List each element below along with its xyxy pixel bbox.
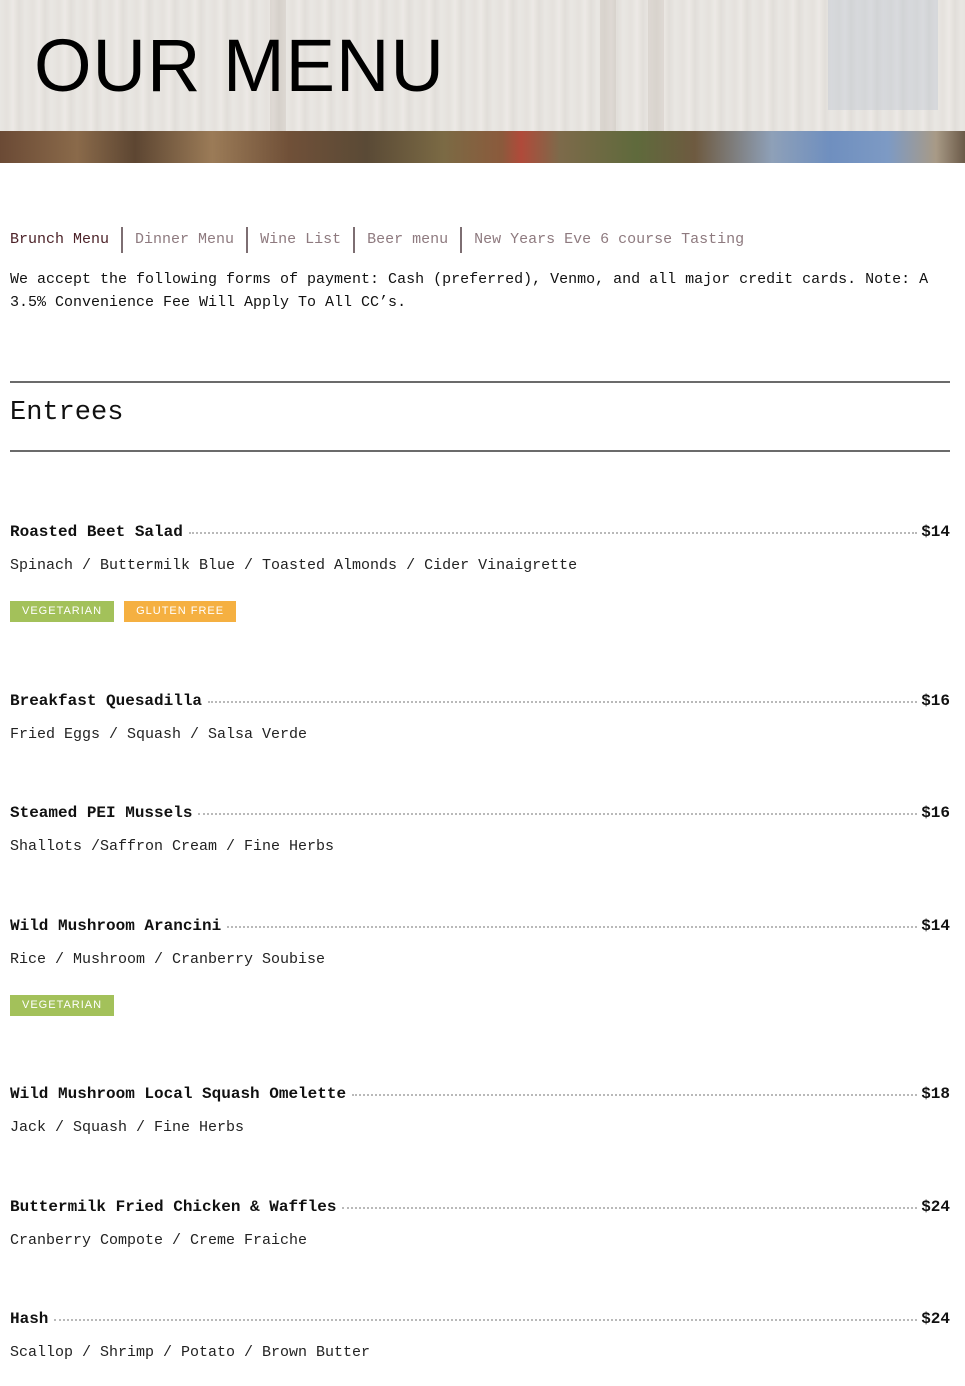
vegetarian-badge: VEGETARIAN	[10, 995, 115, 1016]
menu-item-name: Wild Mushroom Arancini	[10, 917, 222, 935]
menu-item-price: $16	[921, 804, 950, 822]
menu-item: Wild Mushroom Local Squash Omelette $18 …	[10, 1085, 950, 1136]
menu-tabs: Brunch Menu Dinner Menu Wine List Beer m…	[10, 227, 756, 253]
menu-item-price: $18	[921, 1085, 950, 1103]
menu-item-description: Jack / Squash / Fine Herbs	[10, 1119, 245, 1136]
dotted-leader	[208, 701, 918, 703]
dotted-leader	[352, 1094, 918, 1096]
dotted-leader	[54, 1319, 918, 1321]
gluten-free-badge: GLUTEN FREE	[124, 601, 237, 622]
menu-item-description: Cranberry Compote / Creme Fraiche	[10, 1232, 308, 1249]
menu-item-name: Roasted Beet Salad	[10, 523, 183, 541]
hero-banner: OUR MENU	[0, 0, 965, 163]
menu-item-description: Shallots /Saffron Cream / Fine Herbs	[10, 838, 335, 855]
menu-item-description: Spinach / Buttermilk Blue / Toasted Almo…	[10, 557, 578, 574]
menu-item-name: Buttermilk Fried Chicken & Waffles	[10, 1198, 337, 1216]
dietary-tags: VEGETARIAN GLUTEN FREE	[10, 601, 950, 622]
page-title: OUR MENU	[34, 24, 445, 107]
tab-wine-list[interactable]: Wine List	[246, 227, 353, 253]
tab-brunch-menu[interactable]: Brunch Menu	[10, 227, 121, 253]
menu-item: Breakfast Quesadilla $16 Fried Eggs / Sq…	[10, 692, 950, 743]
dietary-tags: VEGETARIAN	[10, 995, 950, 1016]
menu-item-name: Steamed PEI Mussels	[10, 804, 193, 822]
dotted-leader	[227, 926, 918, 928]
section-divider-top	[10, 381, 950, 383]
dotted-leader	[342, 1207, 918, 1209]
hero-photo-strip	[0, 131, 965, 163]
menu-item-description: Rice / Mushroom / Cranberry Soubise	[10, 951, 326, 968]
menu-item-price: $24	[921, 1198, 950, 1216]
dotted-leader	[198, 813, 918, 815]
menu-item: Steamed PEI Mussels $16 Shallots /Saffro…	[10, 804, 950, 855]
tab-dinner-menu[interactable]: Dinner Menu	[121, 227, 246, 253]
tab-new-years-eve-tasting[interactable]: New Years Eve 6 course Tasting	[460, 227, 756, 253]
tab-beer-menu[interactable]: Beer menu	[353, 227, 460, 253]
dotted-leader	[188, 532, 918, 534]
menu-item-price: $14	[921, 523, 950, 541]
menu-item: Buttermilk Fried Chicken & Waffles $24 C…	[10, 1198, 950, 1249]
menu-item: Hash $24 Scallop / Shrimp / Potato / Bro…	[10, 1310, 950, 1361]
menu-item-price: $16	[921, 692, 950, 710]
menu-item: Roasted Beet Salad $14 Spinach / Butterm…	[10, 523, 950, 622]
menu-item-price: $24	[921, 1310, 950, 1328]
menu-item-name: Hash	[10, 1310, 49, 1328]
menu-item-price: $14	[921, 917, 950, 935]
menu-item-name: Breakfast Quesadilla	[10, 692, 203, 710]
menu-item: Wild Mushroom Arancini $14 Rice / Mushro…	[10, 917, 950, 1016]
menu-item-description: Fried Eggs / Squash / Salsa Verde	[10, 726, 308, 743]
payment-note: We accept the following forms of payment…	[10, 271, 929, 311]
menu-item-description: Scallop / Shrimp / Potato / Brown Butter	[10, 1344, 371, 1361]
section-title: Entrees	[10, 398, 124, 428]
menu-item-name: Wild Mushroom Local Squash Omelette	[10, 1085, 347, 1103]
section-divider-bottom	[10, 450, 950, 452]
vegetarian-badge: VEGETARIAN	[10, 601, 115, 622]
